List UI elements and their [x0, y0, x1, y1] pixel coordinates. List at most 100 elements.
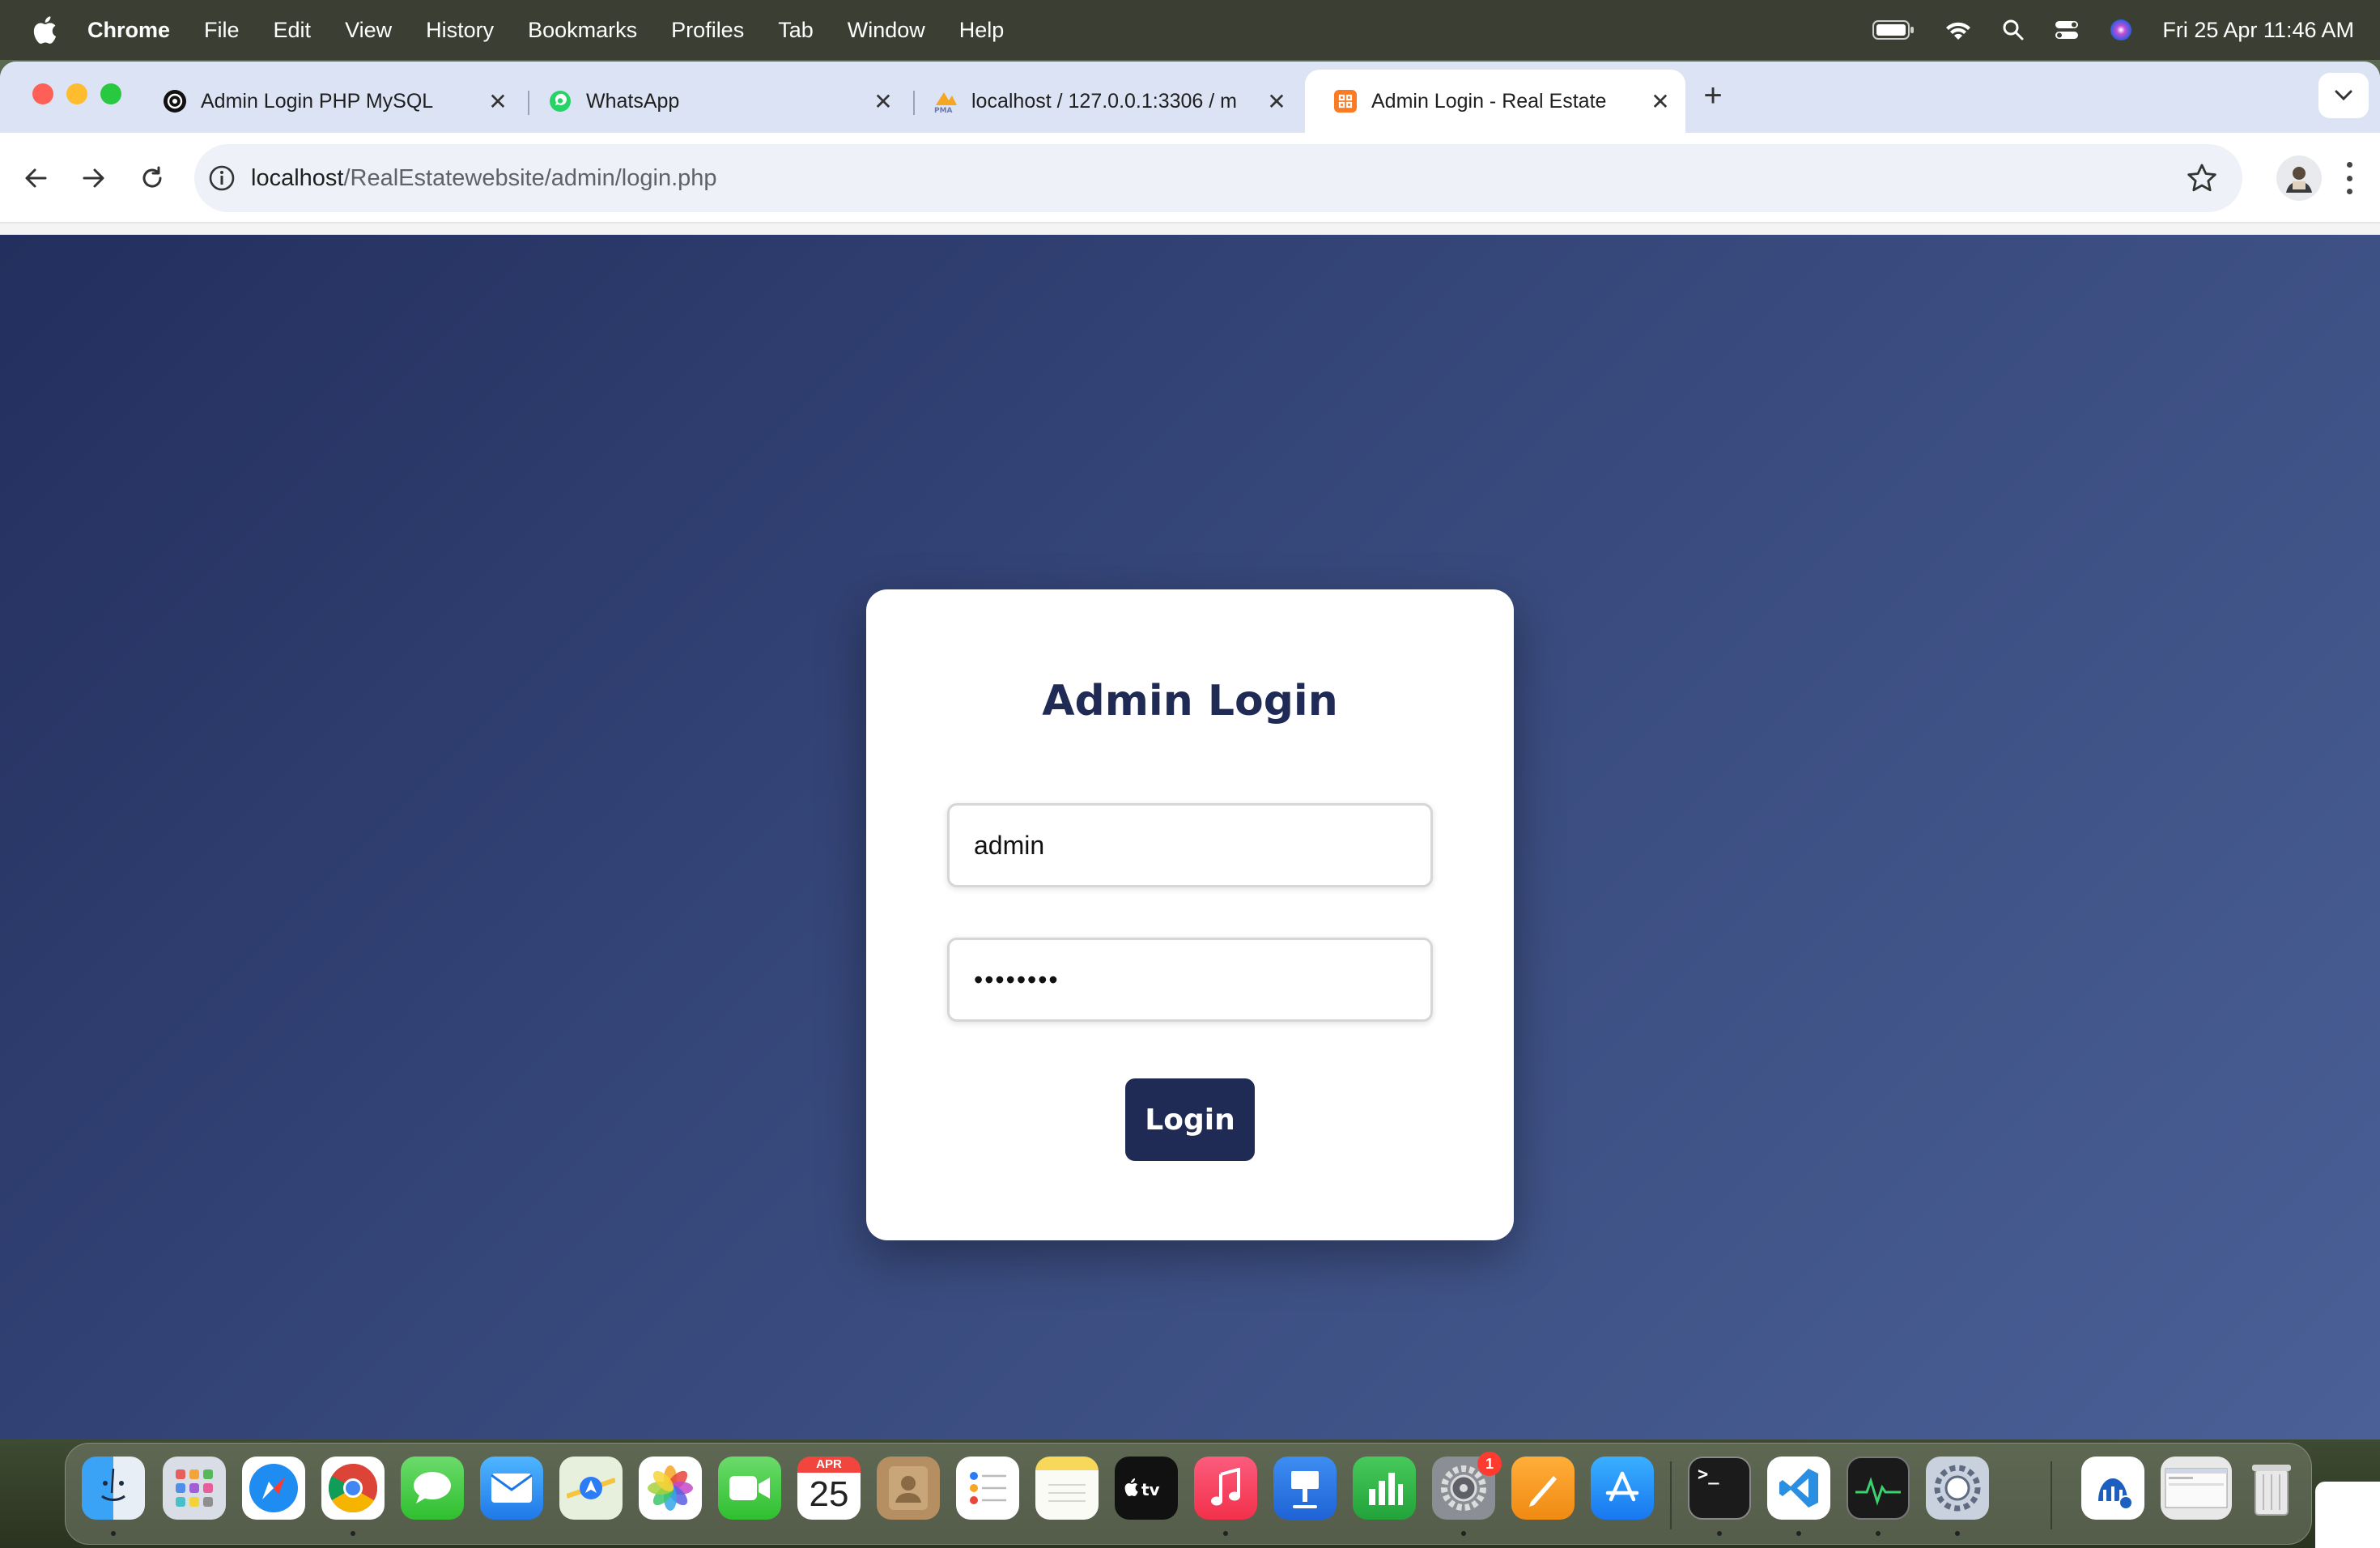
calendar-month: APR — [797, 1457, 861, 1473]
minimize-window-button[interactable] — [66, 83, 87, 104]
chrome-icon[interactable] — [321, 1457, 385, 1520]
dot-icon — [2346, 189, 2352, 194]
running-indicator — [1461, 1531, 1466, 1536]
vscode-icon[interactable] — [1767, 1457, 1830, 1520]
xampp-downloads-icon[interactable] — [2081, 1457, 2144, 1520]
dock-separator — [1670, 1461, 1672, 1529]
url-path: /RealEstatewebsite/admin/login.php — [343, 164, 717, 191]
wifi-icon[interactable] — [1944, 19, 1973, 41]
tab-phpmyadmin[interactable]: PMA localhost / 127.0.0.1:3306 / m ✕ — [905, 70, 1302, 133]
close-tab-icon[interactable]: ✕ — [871, 89, 895, 114]
browser-toolbar: localhost/RealEstatewebsite/admin/login.… — [0, 133, 2380, 223]
apple-tv-icon[interactable]: tv — [1115, 1457, 1178, 1520]
svg-text:PMA: PMA — [934, 107, 953, 113]
menu-bookmarks[interactable]: Bookmarks — [528, 18, 637, 43]
music-icon[interactable] — [1194, 1457, 1257, 1520]
chevron-down-icon — [2335, 90, 2352, 101]
tab-search-button[interactable] — [2318, 73, 2369, 118]
chrome-window: Admin Login PHP MySQL ✕ WhatsApp ✕ PMA l… — [0, 62, 2380, 1440]
menu-app-name[interactable]: Chrome — [87, 18, 170, 43]
close-window-button[interactable] — [32, 83, 53, 104]
close-tab-icon[interactable]: ✕ — [1264, 89, 1289, 114]
system-settings-icon[interactable]: 1 — [1432, 1452, 1502, 1520]
menu-history[interactable]: History — [426, 18, 494, 43]
terminal-icon[interactable]: >_ — [1688, 1457, 1751, 1520]
numbers-icon[interactable] — [1353, 1457, 1416, 1520]
username-input[interactable] — [947, 803, 1433, 887]
back-button[interactable] — [16, 159, 55, 198]
launchpad-icon[interactable] — [163, 1457, 226, 1520]
close-tab-icon[interactable]: ✕ — [486, 89, 510, 114]
notes-icon[interactable] — [1035, 1457, 1099, 1520]
arrow-right-icon — [83, 168, 104, 188]
activity-monitor-icon[interactable] — [1847, 1457, 1910, 1520]
mail-icon[interactable] — [480, 1457, 543, 1520]
xampp-icon — [1332, 88, 1358, 114]
apple-icon[interactable] — [31, 15, 58, 45]
tab-admin-login-php-mysql[interactable]: Admin Login PHP MySQL ✕ — [134, 70, 523, 133]
keynote-icon[interactable] — [1273, 1457, 1337, 1520]
tab-title: Admin Login PHP MySQL — [201, 89, 434, 113]
calendar-icon[interactable]: APR 25 — [797, 1457, 861, 1520]
running-indicator — [1876, 1531, 1881, 1536]
menu-tab[interactable]: Tab — [778, 18, 814, 43]
menu-file[interactable]: File — [204, 18, 240, 43]
running-indicator — [111, 1531, 116, 1536]
maps-icon[interactable] — [559, 1457, 623, 1520]
menu-view[interactable]: View — [345, 18, 392, 43]
directory-utility-icon[interactable] — [1926, 1457, 1989, 1520]
facetime-icon[interactable] — [718, 1457, 781, 1520]
reload-icon — [142, 166, 162, 188]
dot-icon — [2346, 175, 2352, 181]
svg-text:tv: tv — [1141, 1480, 1160, 1499]
control-center-icon[interactable] — [2054, 19, 2080, 41]
zoom-window-button[interactable] — [100, 83, 121, 104]
tab-title: Admin Login - Real Estate — [1371, 89, 1607, 113]
reminders-icon[interactable] — [956, 1457, 1019, 1520]
macos-dock: APR 25 tv 1 >_ — [65, 1443, 2312, 1545]
login-page-background: Admin Login Login — [0, 235, 2380, 1440]
reload-button[interactable] — [133, 159, 172, 198]
password-input[interactable] — [947, 938, 1433, 1022]
address-bar[interactable]: localhost/RealEstatewebsite/admin/login.… — [194, 144, 2242, 212]
openai-icon — [162, 88, 188, 114]
tab-title: localhost / 127.0.0.1:3306 / m — [971, 89, 1237, 113]
menubar-clock[interactable]: Fri 25 Apr 11:46 AM — [2162, 18, 2354, 43]
running-indicator — [1955, 1531, 1960, 1536]
app-store-icon[interactable] — [1591, 1457, 1654, 1520]
siri-icon[interactable] — [2109, 18, 2133, 42]
tab-title: WhatsApp — [586, 89, 680, 113]
url-text[interactable]: localhost/RealEstatewebsite/admin/login.… — [251, 165, 717, 192]
running-indicator — [351, 1531, 355, 1536]
bookmark-star-icon[interactable] — [2186, 162, 2218, 194]
new-tab-button[interactable]: + — [1695, 78, 1731, 113]
battery-icon[interactable] — [1872, 19, 1915, 40]
site-info-icon[interactable] — [207, 164, 236, 193]
contacts-icon[interactable] — [877, 1457, 940, 1520]
screenshot-thumbnail-icon[interactable] — [2161, 1457, 2232, 1520]
forward-button[interactable] — [74, 159, 113, 198]
menu-profiles[interactable]: Profiles — [671, 18, 744, 43]
tab-whatsapp[interactable]: WhatsApp ✕ — [520, 70, 908, 133]
phpmyadmin-icon: PMA — [933, 88, 958, 114]
more-options-button[interactable] — [2341, 162, 2357, 194]
spotlight-search-icon[interactable] — [2002, 19, 2025, 41]
tab-admin-login-real-estate[interactable]: Admin Login - Real Estate ✕ — [1305, 70, 1685, 133]
login-button[interactable]: Login — [1125, 1078, 1255, 1161]
profile-avatar[interactable] — [2276, 155, 2322, 201]
photos-icon[interactable] — [639, 1457, 702, 1520]
finder-icon[interactable] — [82, 1457, 145, 1520]
trash-icon[interactable] — [2240, 1457, 2303, 1520]
notification-badge: 1 — [1477, 1452, 1502, 1476]
page-viewport: Admin Login Login — [0, 223, 2380, 1440]
menu-edit[interactable]: Edit — [274, 18, 312, 43]
messages-icon[interactable] — [401, 1457, 464, 1520]
terminal-prompt-icon: >_ — [1698, 1465, 1719, 1485]
menu-window[interactable]: Window — [848, 18, 925, 43]
arrow-left-icon — [25, 168, 47, 188]
pages-icon[interactable] — [1511, 1457, 1575, 1520]
menu-help[interactable]: Help — [959, 18, 1005, 43]
safari-icon[interactable] — [242, 1457, 305, 1520]
desktop-widget-edge — [2315, 1482, 2380, 1548]
close-tab-icon[interactable]: ✕ — [1648, 89, 1672, 114]
